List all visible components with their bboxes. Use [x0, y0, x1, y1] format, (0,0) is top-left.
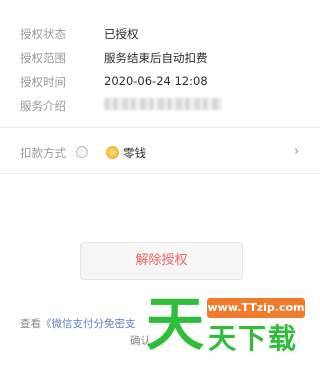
agreement-link[interactable]: 《微信支付分免密支	[41, 318, 136, 330]
watermark-text: 天下载	[208, 322, 299, 355]
watermark-url: www.TTzip.com	[207, 298, 305, 318]
payment-method-label: 扣款方式	[20, 146, 66, 160]
detail-label-service: 服务介绍	[20, 99, 66, 113]
footer-prefix: 查看	[20, 318, 41, 330]
coin-icon	[106, 146, 119, 159]
payment-method-value: 零钱	[123, 146, 146, 160]
detail-label-scope: 授权范围	[20, 51, 66, 65]
info-icon[interactable]: ⓘ	[76, 146, 88, 158]
revoke-authorization-button[interactable]: 解除授权	[80, 242, 243, 280]
detail-value-status: 已授权	[104, 27, 139, 41]
footer-text: 查看《微信支付分免密支	[20, 316, 136, 331]
detail-label-time: 授权时间	[20, 75, 66, 89]
watermark-big-char: 天	[146, 290, 205, 358]
chevron-right-icon: ›	[294, 144, 300, 159]
detail-value-scope: 服务结束后自动扣费	[104, 51, 208, 65]
detail-value-service-blurred	[104, 98, 222, 110]
divider	[0, 127, 320, 128]
detail-value-time: 2020-06-24 12:08	[104, 74, 208, 88]
detail-label-status: 授权状态	[20, 27, 66, 41]
divider	[0, 173, 320, 174]
